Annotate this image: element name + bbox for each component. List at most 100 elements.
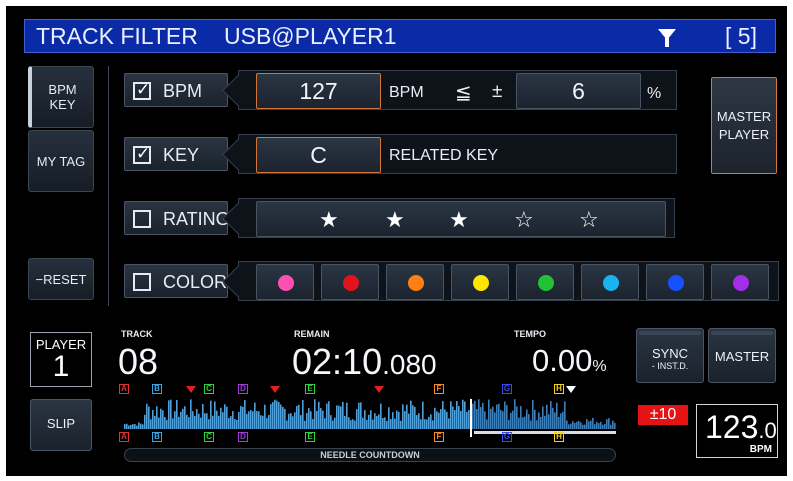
waveform-bar: [490, 408, 492, 429]
color-dot-icon: [538, 275, 554, 291]
waveform-overview[interactable]: [124, 399, 616, 437]
sync-indicator: [639, 331, 701, 335]
waveform-bar: [504, 401, 506, 429]
waveform-bar: [598, 423, 600, 429]
waveform-bar: [382, 417, 384, 429]
color-swatch-button[interactable]: [451, 264, 509, 300]
tempo-label: TEMPO: [514, 329, 547, 339]
waveform-bar: [390, 419, 392, 429]
key-checkbox[interactable]: ✓: [133, 144, 151, 164]
waveform-bar: [264, 404, 266, 429]
waveform-bar: [254, 402, 256, 429]
waveform-bar: [398, 411, 400, 429]
color-dot-icon: [343, 275, 359, 291]
waveform-bar: [564, 401, 566, 429]
waveform-bar: [614, 422, 616, 429]
reset-button[interactable]: −RESET: [28, 258, 94, 300]
waveform-bar: [594, 424, 596, 429]
master-player-label: MASTER PLAYER: [716, 109, 772, 142]
plus-minus-symbol: ±: [492, 81, 503, 102]
waveform-bar: [296, 405, 298, 429]
bpm-filter-toggle[interactable]: ✓ BPM: [124, 73, 228, 107]
waveform-bar: [300, 415, 302, 429]
waveform-bar: [358, 402, 360, 429]
waveform-bar: [306, 413, 308, 429]
waveform-bar: [168, 400, 170, 429]
color-dot-icon: [473, 275, 489, 291]
waveform-bar: [606, 419, 608, 429]
rating-filter-toggle[interactable]: RATING: [124, 201, 230, 235]
color-swatch-button[interactable]: [516, 264, 574, 300]
color-checkbox[interactable]: [133, 273, 151, 291]
hot-cue-a-marker: A: [119, 432, 129, 442]
waveform-bar: [154, 415, 156, 429]
waveform-bar: [444, 409, 446, 429]
star-icon[interactable]: ★: [385, 207, 405, 233]
waveform-bar: [252, 411, 254, 429]
waveform-bar: [320, 408, 322, 429]
waveform-bar: [414, 406, 416, 429]
waveform-bar: [176, 399, 178, 429]
bpm-range-field[interactable]: 6: [516, 73, 641, 109]
my-tag-tab[interactable]: MY TAG: [28, 130, 94, 192]
waveform-bar: [438, 412, 440, 429]
waveform-bar: [288, 413, 290, 429]
star-icon[interactable]: ★: [449, 207, 469, 233]
color-swatch-button[interactable]: [581, 264, 639, 300]
waveform-bar: [488, 399, 490, 429]
color-dot-icon: [733, 275, 749, 291]
star-outline-icon[interactable]: ☆: [514, 207, 534, 233]
waveform-bar: [550, 401, 552, 429]
waveform-bar: [582, 424, 584, 429]
color-filter-toggle[interactable]: COLOR: [124, 264, 228, 298]
waveform-bar: [246, 413, 248, 429]
waveform-bar: [370, 410, 372, 429]
waveform-bar: [220, 407, 222, 429]
divider: [108, 66, 109, 306]
waveform-bar: [224, 404, 226, 429]
waveform-bar: [494, 412, 496, 429]
waveform-bar: [502, 411, 504, 429]
title-bar: TRACK FILTER USB@PLAYER1 [ 5]: [24, 19, 776, 53]
star-outline-icon[interactable]: ☆: [579, 207, 599, 233]
star-icon[interactable]: ★: [319, 207, 339, 233]
color-swatch-button[interactable]: [711, 264, 769, 300]
waveform-bar: [150, 419, 152, 429]
waveform-bar: [346, 402, 348, 429]
waveform-bar: [430, 414, 432, 429]
player-indicator: PLAYER 1: [30, 332, 92, 387]
bpm-checkbox[interactable]: ✓: [133, 80, 151, 100]
reset-button-label: −RESET: [35, 271, 87, 287]
sync-label: SYNC: [651, 346, 689, 361]
master-button[interactable]: MASTER: [708, 328, 776, 383]
waveform-bar: [326, 403, 328, 429]
color-swatch-button[interactable]: [386, 264, 444, 300]
waveform-bar: [338, 405, 340, 429]
waveform-bar: [412, 405, 414, 429]
color-swatch-button[interactable]: [646, 264, 704, 300]
waveform-bar: [596, 421, 598, 429]
bpm-value-field[interactable]: 127: [256, 73, 381, 109]
bpm-key-tab[interactable]: BPM KEY: [28, 66, 94, 128]
key-value-field[interactable]: C: [256, 137, 381, 173]
waveform-bar: [380, 403, 382, 429]
waveform-bar: [214, 401, 216, 429]
waveform-bar: [144, 414, 146, 429]
waveform-bar: [268, 415, 270, 429]
slip-button[interactable]: SLIP: [30, 399, 92, 451]
color-swatch-button[interactable]: [256, 264, 314, 300]
master-player-button[interactable]: MASTER PLAYER: [711, 77, 777, 174]
less-equal-symbol: ≦: [455, 82, 472, 104]
sync-button[interactable]: SYNC - INST.D.: [636, 328, 704, 383]
waveform-bar: [408, 413, 410, 429]
rating-checkbox[interactable]: [133, 210, 151, 228]
color-swatch-button[interactable]: [321, 264, 379, 300]
waveform-bar: [128, 425, 130, 429]
needle-countdown-bar[interactable]: NEEDLE COUNTDOWN: [124, 448, 616, 462]
waveform-bar: [584, 424, 586, 429]
waveform-bar: [602, 424, 604, 429]
key-filter-toggle[interactable]: ✓ KEY: [124, 137, 228, 171]
hot-cue-g-marker: G: [502, 384, 512, 394]
waveform-bar: [604, 423, 606, 429]
waveform-bar: [186, 414, 188, 429]
